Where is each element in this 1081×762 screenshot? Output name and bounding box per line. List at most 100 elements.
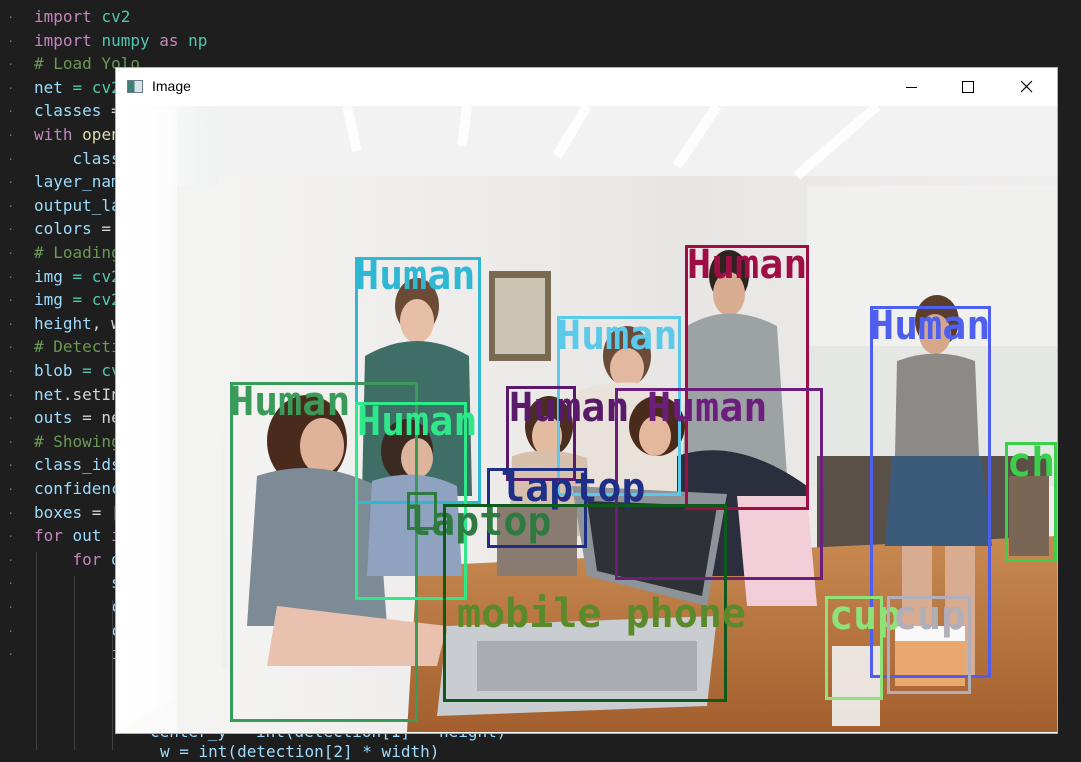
code-token: out <box>72 526 112 546</box>
code-token: import <box>34 7 102 26</box>
line-marker: · <box>7 435 14 449</box>
code-token: with <box>34 125 83 144</box>
detection-label-human-8: Human <box>647 385 768 431</box>
code-token: = ne <box>72 408 121 428</box>
line-number-gutter: · · · · · · · · · · · · · · · · · · · · · · · · · · · · <box>0 0 22 750</box>
line-marker: · <box>7 317 14 331</box>
line-marker: · <box>7 105 14 119</box>
line-marker: · <box>7 247 14 260</box>
minimize-icon <box>906 87 917 88</box>
code-token: import <box>34 30 102 50</box>
code-line: output_la <box>34 196 121 216</box>
line-marker: · <box>7 412 14 426</box>
line-marker: · <box>7 294 14 308</box>
code-line: confidenc <box>34 479 121 499</box>
code-token: net <box>34 384 63 404</box>
code-token: net <box>34 77 63 97</box>
line-marker: · <box>7 624 14 638</box>
code-line: class <box>34 149 121 169</box>
code-line: c <box>34 597 121 617</box>
code-line: img = cv2 <box>34 290 121 310</box>
code-token: numpy <box>101 30 160 50</box>
code-token: boxes <box>34 502 83 522</box>
code-token: .setIn <box>62 384 121 404</box>
code-token: as <box>159 30 189 50</box>
code-token: np <box>188 30 208 50</box>
detection-label-human-1: Human <box>355 253 476 299</box>
line-marker: · <box>7 11 14 24</box>
code-token: for <box>34 526 73 546</box>
code-token: outs <box>34 408 73 428</box>
line-marker: · <box>7 81 14 95</box>
code-token: c <box>34 620 121 640</box>
detection-image: Human Human Human Human Human Human Huma… <box>117 106 1057 732</box>
window-title: Image <box>152 78 191 94</box>
code-line: layer_nam <box>34 172 121 192</box>
indent-guide <box>74 576 75 750</box>
code-token: i <box>34 644 121 664</box>
line-marker: · <box>7 199 14 213</box>
indent-guide <box>112 600 113 750</box>
line-marker: · <box>7 553 14 567</box>
line-marker: · <box>7 365 14 378</box>
line-marker: · <box>7 506 14 520</box>
code-line: # Detecti <box>34 337 121 357</box>
code-token: # Loading <box>34 243 121 262</box>
code-token: blob <box>34 361 73 380</box>
line-marker: · <box>7 176 14 190</box>
code-line: boxes = [ <box>34 503 121 523</box>
line-marker: · <box>7 58 14 72</box>
code-token: colors <box>34 219 92 239</box>
image-window[interactable]: Image Human Human Human Human Human Huma… <box>116 68 1057 733</box>
code-line: height, w <box>34 314 121 334</box>
close-button[interactable] <box>997 68 1055 106</box>
detection-label-human-3: Human <box>557 313 678 359</box>
code-token: c <box>34 597 121 616</box>
code-token: = cv2 <box>62 266 121 286</box>
code-line: classes = <box>34 101 121 121</box>
code-line: outs = ne <box>34 408 121 428</box>
line-marker: · <box>7 577 14 591</box>
line-marker: · <box>7 152 14 166</box>
image-app-icon <box>127 80 143 93</box>
minimize-button[interactable] <box>882 68 940 106</box>
line-marker: · <box>7 129 14 142</box>
detection-label-chair: chair <box>1007 443 1055 483</box>
code-token: height <box>34 313 92 333</box>
detection-label-human-4: Human <box>870 303 991 349</box>
window-titlebar[interactable]: Image <box>116 68 1057 106</box>
code-token: = <box>91 219 112 239</box>
code-line: s <box>34 573 121 593</box>
maximize-icon <box>962 81 974 93</box>
detection-label-human-7: Human <box>509 385 630 431</box>
line-marker: · <box>7 270 14 284</box>
code-line-w: w = int(detection[2] * width) <box>160 742 440 761</box>
code-line: blob = cv <box>34 361 121 381</box>
line-marker: · <box>7 388 14 402</box>
code-line: for out i <box>34 526 121 546</box>
code-token: s <box>34 573 121 593</box>
code-line: c <box>34 621 121 641</box>
line-marker: · <box>7 223 14 237</box>
detection-label-human-6: Human <box>357 399 478 445</box>
code-token: layer_nam <box>34 172 121 192</box>
code-token: for <box>34 549 112 569</box>
code-token: img <box>34 266 63 286</box>
code-token: # Detecti <box>34 337 121 357</box>
code-line: net.setIn <box>34 385 121 405</box>
line-marker: · <box>7 530 14 544</box>
code-line: for d <box>34 550 121 570</box>
code-token: output_la <box>34 195 121 215</box>
maximize-button[interactable] <box>939 68 997 106</box>
code-token: = cv2 <box>62 77 121 97</box>
code-line: with open <box>34 125 121 145</box>
code-token: class <box>34 148 121 168</box>
code-line: net = cv2 <box>34 78 121 98</box>
code-line: import numpy as np <box>34 31 207 51</box>
line-marker: · <box>7 459 14 473</box>
code-token: cv2 <box>101 7 131 26</box>
code-line: i <box>34 644 121 664</box>
code-token: # Showing <box>34 431 121 451</box>
code-token: = [ <box>82 502 121 522</box>
detection-label-human-2: Human <box>687 242 808 288</box>
